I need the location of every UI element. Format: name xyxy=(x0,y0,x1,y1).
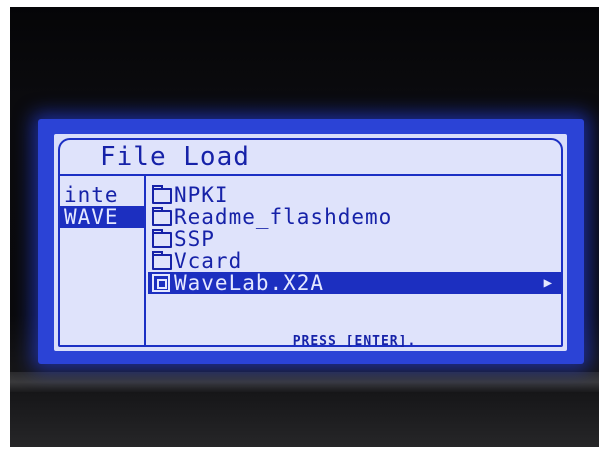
tab-wave[interactable]: WAVE xyxy=(60,206,144,228)
folder-icon xyxy=(148,184,174,206)
list-item[interactable]: NPKI xyxy=(148,184,561,206)
file-load-window: File Load inte WAVE NPKI Readme_flashdem… xyxy=(58,138,563,349)
title-bar: File Load xyxy=(60,140,561,176)
list-item[interactable]: Readme_flashdemo xyxy=(148,206,561,228)
file-name: SSP xyxy=(174,227,215,251)
file-name: Readme_flashdemo xyxy=(174,205,393,229)
folder-icon xyxy=(148,228,174,250)
category-tabs: inte WAVE xyxy=(60,176,146,345)
file-icon xyxy=(148,272,174,294)
list-item[interactable]: SSP xyxy=(148,228,561,250)
folder-icon xyxy=(148,206,174,228)
file-name: NPKI xyxy=(174,183,229,207)
file-list: NPKI Readme_flashdemo SSP Vcard WaveLab.… xyxy=(148,176,561,349)
right-arrow-icon: ▶ xyxy=(543,275,553,291)
device-photo: File Load inte WAVE NPKI Readme_flashdem… xyxy=(10,7,599,447)
window-title: File Load xyxy=(100,142,250,172)
lcd-screen: File Load inte WAVE NPKI Readme_flashdem… xyxy=(54,134,567,351)
device-base xyxy=(10,392,599,447)
list-item-selected[interactable]: WaveLab.X2A ▶ xyxy=(148,272,561,294)
device-ledge xyxy=(10,372,599,392)
file-name: Vcard xyxy=(174,249,243,273)
list-item[interactable]: Vcard xyxy=(148,250,561,272)
folder-icon xyxy=(148,250,174,272)
press-enter-hint: PRESS [ENTER]. xyxy=(292,334,417,349)
file-name: WaveLab.X2A xyxy=(174,271,325,295)
tab-inte[interactable]: inte xyxy=(60,184,144,206)
